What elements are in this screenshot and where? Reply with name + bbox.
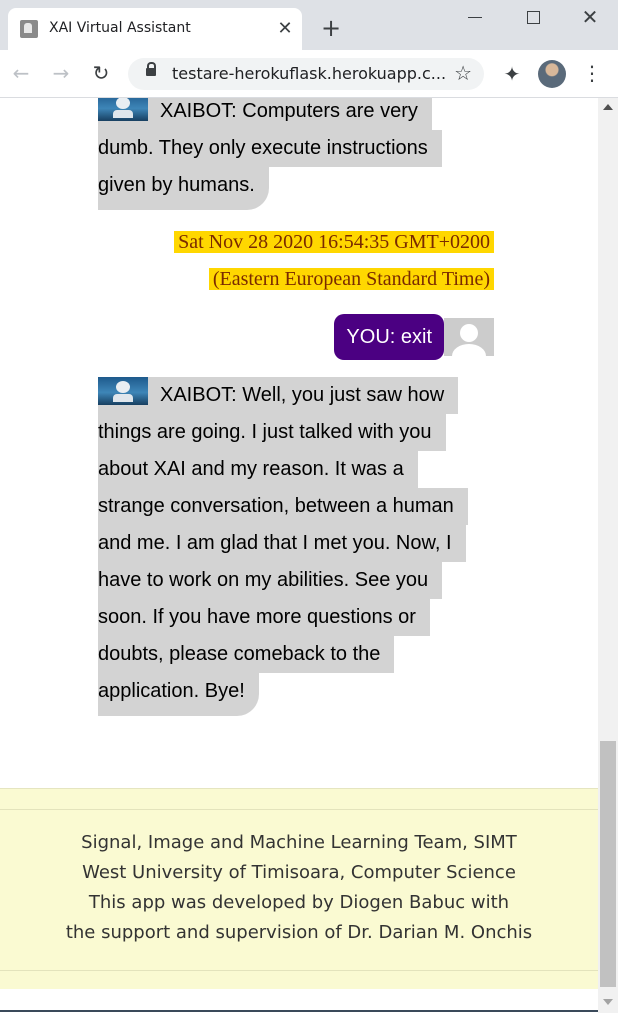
scroll-up-icon[interactable]: [603, 104, 613, 110]
bot-message-line: have to work on my abilities. See you: [98, 562, 443, 599]
browser-toolbar: ← → ↻ testare-herokuflask.herokuapp.c...…: [0, 50, 618, 98]
bot-message-line: XAIBOT: Computers are very: [98, 98, 432, 130]
bot-message-line: soon. If you have more questions or: [98, 599, 430, 636]
scrollbar-thumb[interactable]: [600, 741, 616, 987]
timestamp-line: (Eastern European Standard Time): [208, 268, 494, 290]
bot-message-line: doubts, please comeback to the: [98, 636, 395, 673]
bot-message-line: strange conversation, between a human: [98, 488, 468, 525]
robot-favicon-icon: [20, 20, 38, 38]
scroll-down-icon[interactable]: [603, 999, 613, 1005]
footer-line: West University of Timisoara, Computer S…: [82, 862, 516, 883]
arrow-left-icon[interactable]: ←: [8, 60, 34, 86]
profile-avatar[interactable]: [538, 60, 566, 88]
page-viewport: XAIBOT: Computers are very dumb. They on…: [0, 98, 598, 1013]
kebab-menu-icon[interactable]: ⋮: [582, 60, 602, 86]
address-bar[interactable]: testare-herokuflask.herokuapp.c... ☆: [128, 58, 484, 90]
close-icon[interactable]: ✕: [274, 17, 296, 39]
bot-message: XAIBOT: Computers are very dumb. They on…: [98, 98, 442, 210]
bot-message-line: about XAI and my reason. It was a: [98, 451, 418, 488]
bot-message-text: XAIBOT: Computers are very: [160, 100, 418, 122]
minimize-button[interactable]: [458, 6, 492, 30]
user-avatar: [444, 318, 494, 356]
bot-message-line: XAIBOT: Well, you just saw how: [98, 377, 459, 414]
divider: [0, 1010, 598, 1012]
browser-tab[interactable]: XAI Virtual Assistant ✕: [8, 8, 302, 50]
plus-icon[interactable]: +: [318, 16, 344, 40]
message-timestamp: Sat Nov 28 2020 16:54:35 GMT+0200 (Easte…: [174, 224, 494, 298]
footer-line: This app was developed by Diogen Babuc w…: [88, 892, 510, 913]
maximize-button[interactable]: [516, 6, 550, 30]
timestamp-line: Sat Nov 28 2020 16:54:35 GMT+0200: [174, 231, 494, 253]
page-footer: Signal, Image and Machine Learning Team,…: [0, 788, 598, 989]
reload-icon[interactable]: ↻: [88, 60, 114, 86]
bot-message-line: given by humans.: [98, 167, 269, 210]
bot-message-line: application. Bye!: [98, 673, 259, 716]
robot-avatar: [98, 98, 148, 121]
star-icon[interactable]: ☆: [454, 61, 472, 85]
user-message-bubble: YOU: exit: [334, 314, 444, 360]
bot-message: XAIBOT: Well, you just saw how things ar…: [98, 377, 468, 716]
tab-strip: XAI Virtual Assistant ✕ + ✕: [0, 0, 618, 50]
footer-panel: Signal, Image and Machine Learning Team,…: [0, 809, 598, 971]
puzzle-icon[interactable]: ✦: [500, 62, 524, 86]
lock-icon[interactable]: [146, 62, 156, 76]
footer-line: the support and supervision of Dr. Daria…: [65, 922, 533, 943]
bot-message-line: and me. I am glad that I met you. Now, I: [98, 525, 466, 562]
robot-avatar: [98, 377, 148, 405]
close-window-button[interactable]: ✕: [573, 6, 607, 30]
bot-message-line: dumb. They only execute instructions: [98, 130, 442, 167]
arrow-right-icon[interactable]: →: [48, 60, 74, 86]
bot-message-text: XAIBOT: Well, you just saw how: [160, 384, 445, 406]
vertical-scrollbar[interactable]: [598, 98, 618, 1013]
bot-message-line: things are going. I just talked with you: [98, 414, 446, 451]
tab-title: XAI Virtual Assistant: [49, 20, 191, 36]
footer-line: Signal, Image and Machine Learning Team,…: [81, 832, 517, 853]
url-text[interactable]: testare-herokuflask.herokuapp.c...: [172, 64, 446, 83]
footer-text: Signal, Image and Machine Learning Team,…: [0, 828, 598, 948]
